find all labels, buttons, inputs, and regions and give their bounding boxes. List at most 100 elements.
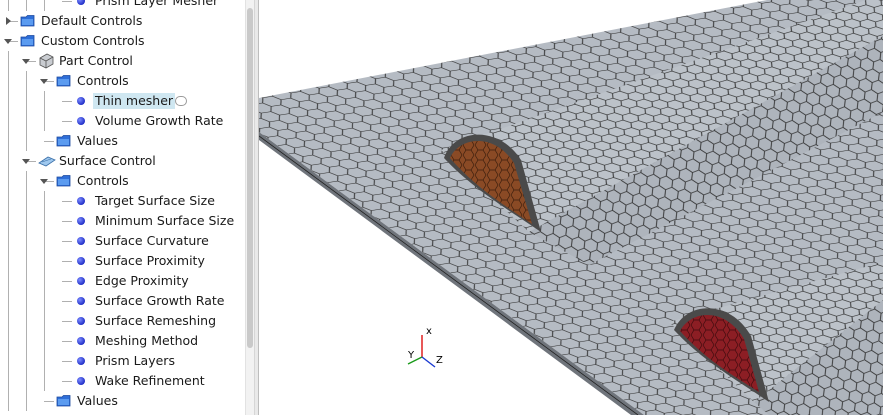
tree-item[interactable]: Part Control: [0, 51, 245, 71]
tree-guide-line: [26, 111, 27, 131]
tree-guide-line: [26, 251, 27, 271]
z-axis-line: [421, 356, 436, 368]
tree-guide-line: [26, 211, 27, 231]
tree-item[interactable]: Surface Remeshing: [0, 311, 245, 331]
tree-guide-line: [44, 271, 45, 291]
tree-guide-line: [8, 191, 9, 211]
tree-connector: [62, 381, 72, 382]
dot-icon: [77, 317, 85, 325]
expand-arrow-icon[interactable]: [6, 17, 11, 25]
tree-item-label[interactable]: Values: [75, 393, 120, 409]
tree-item[interactable]: Wake Refinement: [0, 371, 245, 391]
tree-item[interactable]: Prism Layer Mesher: [0, 0, 245, 11]
tree-item-label[interactable]: Surface Proximity: [93, 253, 207, 269]
tree-guide-line: [8, 231, 9, 251]
tree-guide-line: [26, 71, 27, 91]
tree-item[interactable]: Custom Controls: [0, 31, 245, 51]
collapse-arrow-icon[interactable]: [4, 39, 12, 44]
tree-guide-line: [44, 291, 45, 311]
tree-connector: [62, 321, 72, 322]
tree-item[interactable]: Target Surface Size: [0, 191, 245, 211]
tree-item[interactable]: Surface Proximity: [0, 251, 245, 271]
tree-item-label[interactable]: Surface Remeshing: [93, 313, 218, 329]
tree-guide-line: [8, 131, 9, 151]
tree-item-label[interactable]: Prism Layers: [93, 353, 177, 369]
scrollbar-thumb[interactable]: [247, 8, 253, 348]
tree-guide-line: [8, 351, 9, 371]
tree-item[interactable]: Values: [0, 391, 245, 411]
tree-guide-line: [44, 91, 45, 111]
mesh-body: [259, 0, 883, 415]
tree-item[interactable]: Controls: [0, 71, 245, 91]
tree-guide-line: [44, 0, 45, 11]
dot-icon: [77, 277, 85, 285]
tree-guide-line: [44, 211, 45, 231]
collapse-arrow-icon[interactable]: [40, 79, 48, 84]
dot-icon: [77, 377, 85, 385]
tree-connector: [62, 1, 72, 2]
tree-guide-line: [26, 371, 27, 391]
tree-item[interactable]: Controls: [0, 171, 245, 191]
tree-item-label[interactable]: Controls: [75, 73, 131, 89]
tree-item-label[interactable]: Minimum Surface Size: [93, 213, 236, 229]
comment-icon[interactable]: [175, 96, 187, 106]
tree-item[interactable]: Surface Curvature: [0, 231, 245, 251]
tree-item[interactable]: Surface Control: [0, 151, 245, 171]
tree-item[interactable]: Edge Proximity: [0, 271, 245, 291]
dot-icon: [77, 357, 85, 365]
tree-connector: [62, 261, 72, 262]
tree-item[interactable]: Meshing Method: [0, 331, 245, 351]
folder-icon: [56, 395, 71, 407]
tree-item-label[interactable]: Surface Curvature: [93, 233, 211, 249]
tree-item-label[interactable]: Thin mesher: [93, 93, 176, 109]
tree-guide-line: [44, 371, 45, 391]
tree-item[interactable]: Thin mesher: [0, 91, 245, 111]
tree-connector: [62, 301, 72, 302]
dot-icon: [77, 197, 85, 205]
tree-item-label[interactable]: Surface Control: [57, 153, 158, 169]
tree-item-label[interactable]: Prism Layer Mesher: [93, 0, 220, 9]
collapse-arrow-icon[interactable]: [22, 59, 30, 64]
tree-guide-line: [8, 111, 9, 131]
tree-item-label[interactable]: Part Control: [57, 53, 135, 69]
tree-item-label[interactable]: Target Surface Size: [93, 193, 217, 209]
tree-item-label[interactable]: Edge Proximity: [93, 273, 191, 289]
tree-item-label[interactable]: Values: [75, 133, 120, 149]
dot-icon: [77, 297, 85, 305]
tree-item-label[interactable]: Controls: [75, 173, 131, 189]
tree-guide-line: [8, 171, 9, 191]
tree-item-label[interactable]: Default Controls: [39, 13, 144, 29]
dot-icon: [77, 117, 85, 125]
tree-item-label[interactable]: Custom Controls: [39, 33, 147, 49]
tree-connector: [44, 141, 54, 142]
tree-item-label[interactable]: Volume Growth Rate: [93, 113, 225, 129]
tree-item[interactable]: Surface Growth Rate: [0, 291, 245, 311]
folder-icon: [56, 135, 71, 147]
tree-guide-line: [8, 371, 9, 391]
tree-connector: [62, 201, 72, 202]
tree-guide-line: [26, 291, 27, 311]
tree-item-label[interactable]: Wake Refinement: [93, 373, 207, 389]
mesh-viewport[interactable]: x Y Z: [259, 0, 883, 415]
tree-guide-line: [8, 0, 9, 11]
collapse-arrow-icon[interactable]: [22, 159, 30, 164]
tree-connector: [62, 341, 72, 342]
tree-item[interactable]: Minimum Surface Size: [0, 211, 245, 231]
tree-guide-line: [26, 351, 27, 371]
tree-item[interactable]: Values: [0, 131, 245, 151]
tree-guide-line: [44, 191, 45, 211]
tree-item-label[interactable]: Surface Growth Rate: [93, 293, 226, 309]
tree-item[interactable]: Volume Growth Rate: [0, 111, 245, 131]
tree-guide-line: [26, 131, 27, 151]
tree-guide-line: [8, 291, 9, 311]
tree-item-label[interactable]: Meshing Method: [93, 333, 200, 349]
tree-guide-line: [8, 91, 9, 111]
tree-item[interactable]: Default Controls: [0, 11, 245, 31]
tree-item[interactable]: Prism Layers: [0, 351, 245, 371]
tree-guide-line: [44, 351, 45, 371]
tree-guide-line: [26, 191, 27, 211]
tree-guide-line: [26, 0, 27, 11]
collapse-arrow-icon[interactable]: [40, 179, 48, 184]
mesh-scene[interactable]: x Y Z: [259, 0, 883, 415]
tree-guide-line: [44, 311, 45, 331]
